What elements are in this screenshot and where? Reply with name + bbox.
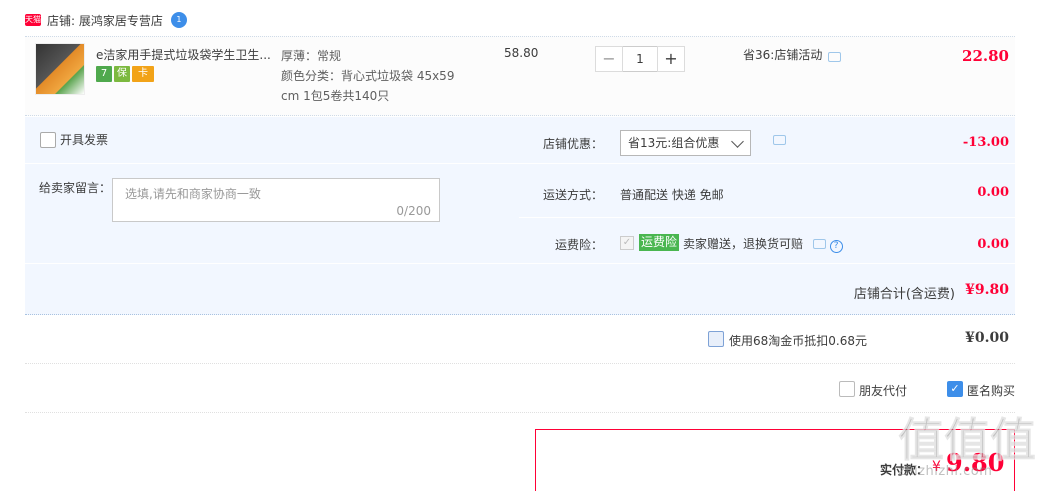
- coin-checkbox[interactable]: [708, 331, 724, 347]
- coin-amount: ¥0.00: [965, 330, 1009, 346]
- discount-selected-value: 省13元:组合优惠: [628, 136, 720, 150]
- shop-name-link[interactable]: 店铺: 展鸿家居专营店: [47, 12, 163, 29]
- insurance-description: 卖家赠送，退换货可赔: [683, 237, 804, 251]
- shop-total-amount: ¥9.80: [965, 282, 1009, 298]
- purchase-options-row: 朋友代付 ✓ 匿名购买: [25, 365, 1015, 413]
- guarantee-icon[interactable]: 保: [114, 66, 130, 82]
- insurance-label: 运费险：: [554, 238, 603, 252]
- memo-char-count: 0/200: [396, 204, 431, 218]
- divider: [25, 163, 519, 164]
- discount-amount: -13.00: [962, 135, 1009, 150]
- seven-day-return-icon[interactable]: 7: [96, 66, 112, 82]
- shop-total-row: 店铺合计(含运费) ¥9.80: [25, 263, 1015, 315]
- payment-currency: ¥: [932, 459, 941, 475]
- insurance-text: 卖家赠送，退换货可赔 ?: [683, 235, 843, 253]
- quantity-stepper: − 1 +: [595, 46, 685, 72]
- payment-label: 实付款：: [880, 463, 929, 477]
- chevron-down-icon: [731, 135, 744, 148]
- spec-thickness: 厚薄：常规: [281, 49, 342, 63]
- invoice-option[interactable]: 开具发票: [40, 131, 108, 148]
- shop-total-label: 店铺合计(含运费): [853, 287, 955, 302]
- divider: [519, 217, 1015, 218]
- shop-header: 天猫 店铺: 展鸿家居专营店 1: [25, 11, 187, 29]
- seller-memo-input[interactable]: 选填,请先和商家协商一致 0/200: [112, 178, 440, 222]
- message-icon[interactable]: [828, 51, 842, 62]
- divider: [519, 163, 1015, 164]
- item-promo: 省36:店铺活动: [743, 46, 842, 63]
- qty-input[interactable]: 1: [623, 46, 657, 72]
- friend-pay-checkbox[interactable]: [839, 381, 855, 397]
- coin-label[interactable]: 使用68淘金币抵扣0.68元: [729, 332, 867, 349]
- unit-price: 58.80: [504, 46, 539, 60]
- item-subtotal: 22.80: [962, 47, 1009, 65]
- service-icons: 7 保 卡: [96, 66, 154, 82]
- memo-placeholder: 选填,请先和商家协商一致: [125, 187, 261, 201]
- promo-text: 省36:店铺活动: [743, 48, 823, 62]
- discount-label: 店铺优惠：: [542, 137, 603, 151]
- spec-color: 颜色分类：背心式垃圾袋 45x59: [281, 69, 455, 83]
- credit-card-icon[interactable]: 卡: [132, 66, 154, 82]
- cart-item-row: e洁家用手提式垃圾袋学生卫生... 7 保 卡 厚薄：常规 颜色分类：背心式垃圾…: [25, 36, 1015, 116]
- taobao-coin-row: 使用68淘金币抵扣0.68元 ¥0.00: [25, 316, 1015, 364]
- shipping-label: 运送方式：: [542, 188, 603, 202]
- discount-select[interactable]: 省13元:组合优惠: [620, 130, 751, 156]
- invoice-checkbox[interactable]: [40, 131, 56, 148]
- order-options-panel: 开具发票 给卖家留言： 选填,请先和商家协商一致 0/200 店铺优惠： 省13…: [25, 117, 1015, 315]
- anonymous-checkbox[interactable]: ✓: [947, 381, 963, 397]
- product-spec: 厚薄：常规 颜色分类：背心式垃圾袋 45x59 cm 1包5卷共140只: [281, 46, 466, 106]
- spec-size: cm 1包5卷共140只: [281, 89, 390, 103]
- insurance-checkbox: ✓: [620, 236, 634, 250]
- insurance-badge: 运费险: [639, 234, 680, 251]
- tmall-icon: 天猫: [25, 14, 41, 26]
- qty-decrease-button[interactable]: −: [595, 46, 623, 72]
- insurance-amount: 0.00: [977, 237, 1009, 252]
- memo-label: 给卖家留言：: [39, 181, 112, 195]
- wangwang-chat-icon[interactable]: 1: [170, 12, 187, 28]
- invoice-label: 开具发票: [60, 133, 109, 147]
- shipping-amount: 0.00: [977, 185, 1009, 200]
- anonymous-label[interactable]: 匿名购买: [967, 382, 1015, 399]
- help-icon[interactable]: ?: [829, 240, 843, 253]
- friend-pay-label[interactable]: 朋友代付: [859, 382, 907, 399]
- product-title-link[interactable]: e洁家用手提式垃圾袋学生卫生...: [96, 46, 271, 63]
- payment-summary: 实付款： ¥ 9.80: [535, 429, 1015, 491]
- qty-increase-button[interactable]: +: [657, 46, 685, 72]
- shipping-method: 普通配送 快递 免邮: [620, 188, 724, 202]
- payment-amount: 9.80: [946, 448, 1005, 477]
- discount-message-icon[interactable]: [773, 135, 786, 145]
- order-right-options: 店铺优惠： 省13元:组合优惠 -13.00 运送方式： 普通配送 快递 免邮 …: [519, 117, 1015, 263]
- insurance-message-icon[interactable]: [812, 239, 826, 249]
- product-thumbnail[interactable]: [35, 43, 85, 95]
- order-left-options: 开具发票 给卖家留言： 选填,请先和商家协商一致 0/200: [25, 117, 519, 263]
